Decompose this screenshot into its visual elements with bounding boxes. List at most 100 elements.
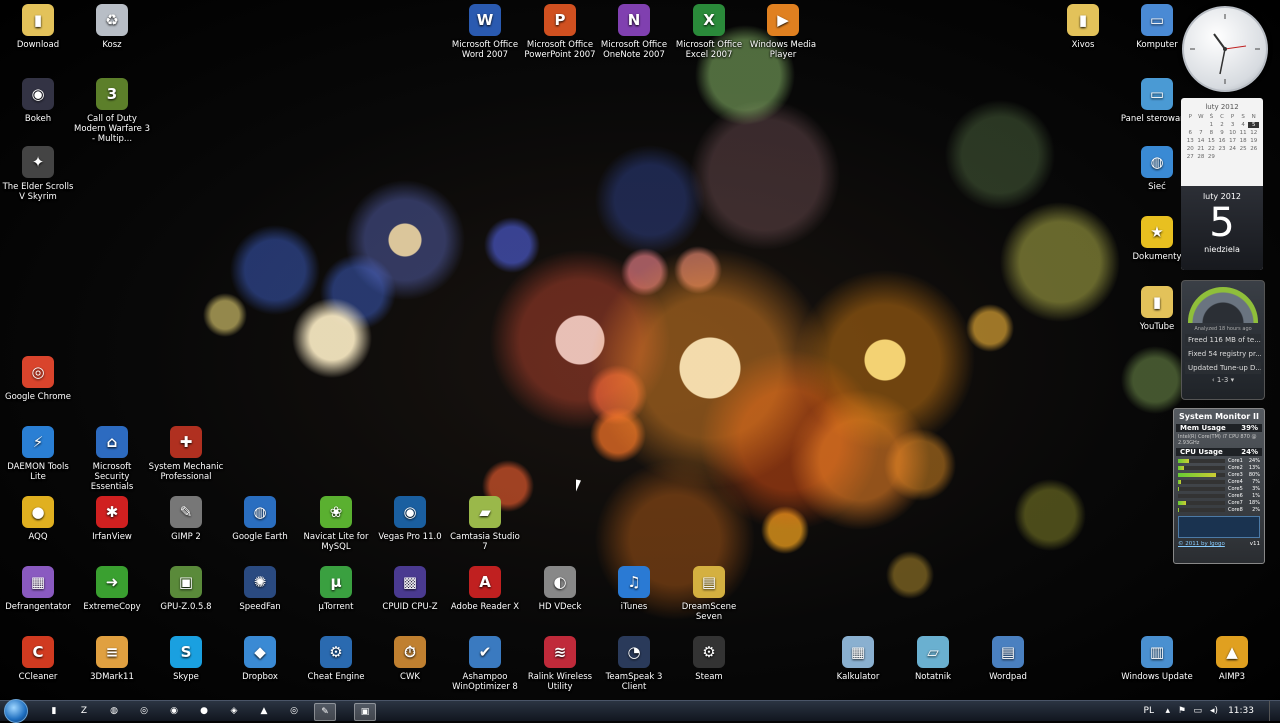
chevron-down-icon[interactable]: ▾ [1231, 376, 1235, 384]
volume-icon[interactable]: ◂) [1210, 701, 1218, 721]
calendar-day[interactable]: 16 [1217, 138, 1228, 144]
desktop-icon-teamspeak[interactable]: ◔TeamSpeak 3 Client [596, 636, 672, 692]
taskbar-button-tb10[interactable]: ✎ [314, 703, 336, 721]
calendar-day[interactable]: 18 [1238, 138, 1249, 144]
calendar-gadget[interactable]: luty 2012 PWŚCPSN12345678910111213141516… [1181, 98, 1263, 270]
calendar-day[interactable]: 25 [1238, 146, 1249, 152]
taskbar-button-tb4[interactable]: ◎ [134, 703, 154, 719]
calendar-day[interactable]: 3 [1227, 122, 1238, 128]
clock-gadget[interactable] [1182, 6, 1268, 92]
taskbar-button-tb9[interactable]: ◎ [284, 703, 304, 719]
desktop-icon-navicat[interactable]: ❀Navicat Lite for MySQL [298, 496, 374, 552]
tuneup-item[interactable]: Fixed 54 registry pr... [1185, 348, 1261, 360]
network-icon[interactable]: ▭ [1193, 701, 1202, 721]
show-desktop-button[interactable] [1269, 701, 1280, 721]
language-indicator[interactable]: PL [1144, 701, 1154, 721]
calendar-day[interactable]: 28 [1196, 154, 1207, 160]
taskbar-button-tb6[interactable]: ● [194, 703, 214, 719]
calendar-day[interactable]: 12 [1248, 130, 1259, 136]
desktop-icon-3dmark[interactable]: ≡3DMark11 [74, 636, 150, 682]
desktop-icon-gearth[interactable]: ◍Google Earth [222, 496, 298, 542]
calendar-day[interactable]: 6 [1185, 130, 1196, 136]
desktop-icon-kalkulator[interactable]: ▦Kalkulator [820, 636, 896, 682]
desktop-icon-hdvdeck[interactable]: ◐HD VDeck [522, 566, 598, 612]
calendar-day[interactable]: 8 [1206, 130, 1217, 136]
desktop-icon-cwk[interactable]: ⏱CWK [372, 636, 448, 682]
desktop-icon-extreme[interactable]: ➜ExtremeCopy [74, 566, 150, 612]
calendar-day[interactable]: 5 [1248, 122, 1259, 128]
calendar-day[interactable]: 24 [1227, 146, 1238, 152]
desktop-icon-ashampoo[interactable]: ✔Ashampoo WinOptimizer 8 [447, 636, 523, 692]
desktop-icon-skyrim[interactable]: ✦The Elder Scrolls V Skyrim [0, 146, 76, 202]
desktop-icon-vegas[interactable]: ◉Vegas Pro 11.0 [372, 496, 448, 542]
desktop-icon-word[interactable]: WMicrosoft Office Word 2007 [447, 4, 523, 60]
desktop-icon-xivos[interactable]: ▮Xivos [1045, 4, 1121, 50]
system-monitor-gadget[interactable]: System Monitor II Mem Usage 39% Intel(R)… [1173, 408, 1265, 564]
calendar-day[interactable]: 1 [1206, 122, 1217, 128]
desktop-icon-cod[interactable]: 3Call of Duty Modern Warfare 3 - Multip.… [74, 78, 150, 144]
desktop-icon-dropbox[interactable]: ◆Dropbox [222, 636, 298, 682]
desktop-icon-camtasia[interactable]: ▰Camtasia Studio 7 [447, 496, 523, 552]
calendar-day[interactable]: 26 [1248, 146, 1259, 152]
desktop-icon-wordpad[interactable]: ▤Wordpad [970, 636, 1046, 682]
calendar-day[interactable]: 9 [1217, 130, 1228, 136]
desktop-icon-itunes[interactable]: ♫iTunes [596, 566, 672, 612]
calendar-day[interactable]: 27 [1185, 154, 1196, 160]
desktop-icon-aqq[interactable]: ●AQQ [0, 496, 76, 542]
calendar-day[interactable]: 15 [1206, 138, 1217, 144]
desktop-icon-kosz[interactable]: ♻Kosz [74, 4, 150, 50]
calendar-day[interactable]: 20 [1185, 146, 1196, 152]
taskbar-button-tb3[interactable]: ◍ [104, 703, 124, 719]
desktop-icon-sysmech[interactable]: ✚System Mechanic Professional [148, 426, 224, 482]
tuneup-pager[interactable]: ‹ 1-3 ▾ [1182, 376, 1264, 384]
desktop-icon-steam[interactable]: ⚙Steam [671, 636, 747, 682]
calendar-day[interactable]: 17 [1227, 138, 1238, 144]
desktop-icon-gimp[interactable]: ✎GIMP 2 [148, 496, 224, 542]
desktop-icon-irfan[interactable]: ✱IrfanView [74, 496, 150, 542]
desktop-icon-defrag[interactable]: ▦Defrangentator [0, 566, 76, 612]
desktop-icon-excel[interactable]: XMicrosoft Office Excel 2007 [671, 4, 747, 60]
desktop-icon-ralink[interactable]: ≋Ralink Wireless Utility [522, 636, 598, 692]
taskbar-button-tb8[interactable]: ▲ [254, 703, 274, 719]
start-button[interactable] [4, 699, 28, 723]
sysmon-footer-link[interactable]: © 2011 by Igogo [1178, 541, 1225, 547]
desktop-icon-download[interactable]: ▮Download [0, 4, 76, 50]
desktop-icon-gpuz[interactable]: ▣GPU-Z.0.5.8 [148, 566, 224, 612]
calendar-day[interactable]: 22 [1206, 146, 1217, 152]
desktop-icon-aimp[interactable]: ▲AIMP3 [1194, 636, 1270, 682]
taskbar-button-tb5[interactable]: ◉ [164, 703, 184, 719]
desktop-icon-cheatengine[interactable]: ⚙Cheat Engine [298, 636, 374, 682]
calendar-day[interactable]: 10 [1227, 130, 1238, 136]
calendar-day[interactable]: 11 [1238, 130, 1249, 136]
desktop-icon-ccleaner[interactable]: CCCleaner [0, 636, 76, 682]
desktop-icon-ppt[interactable]: PMicrosoft Office PowerPoint 2007 [522, 4, 598, 60]
calendar-day[interactable]: 13 [1185, 138, 1196, 144]
desktop-icon-dreamscene[interactable]: ▤DreamScene Seven [671, 566, 747, 622]
tuneup-item[interactable]: Updated Tune-up D... [1185, 362, 1261, 374]
desktop-icon-skype[interactable]: SSkype [148, 636, 224, 682]
taskbar-button-tb7[interactable]: ◈ [224, 703, 244, 719]
desktop-icon-mse[interactable]: ⌂Microsoft Security Essentials [74, 426, 150, 492]
desktop-icon-onenote[interactable]: NMicrosoft Office OneNote 2007 [596, 4, 672, 60]
desktop-icon-bokeh[interactable]: ◉Bokeh [0, 78, 76, 124]
calendar-day[interactable]: 4 [1238, 122, 1249, 128]
desktop-icon-wmp[interactable]: ▶Windows Media Player [745, 4, 821, 60]
desktop-icon-daemon[interactable]: ⚡DAEMON Tools Lite [0, 426, 76, 482]
desktop-icon-utorrent[interactable]: µµTorrent [298, 566, 374, 612]
desktop-icon-cpuz[interactable]: ▩CPUID CPU-Z [372, 566, 448, 612]
tuneup-item[interactable]: Freed 116 MB of te... [1185, 334, 1261, 346]
tuneup-gadget[interactable]: Analyzed 18 hours ago Freed 116 MB of te… [1181, 280, 1265, 400]
desktop-icon-adobe[interactable]: AAdobe Reader X [447, 566, 523, 612]
desktop-icon-notatnik[interactable]: ▱Notatnik [895, 636, 971, 682]
tray-expand-icon[interactable]: ▴ [1165, 701, 1170, 721]
taskbar-button-z[interactable]: Z [74, 703, 94, 719]
desktop-icon-winupdate[interactable]: ▥Windows Update [1119, 636, 1195, 682]
desktop-icon-chrome[interactable]: ◎Google Chrome [0, 356, 76, 402]
calendar-day[interactable]: 29 [1206, 154, 1217, 160]
action-center-icon[interactable]: ⚑ [1178, 701, 1186, 721]
taskbar-button-tb11[interactable]: ▣ [354, 703, 376, 721]
calendar-day[interactable]: 19 [1248, 138, 1259, 144]
clock-time[interactable]: 11:33 [1228, 701, 1254, 721]
taskbar-button-explorer[interactable]: ▮ [44, 703, 64, 719]
calendar-day[interactable]: 2 [1217, 122, 1228, 128]
